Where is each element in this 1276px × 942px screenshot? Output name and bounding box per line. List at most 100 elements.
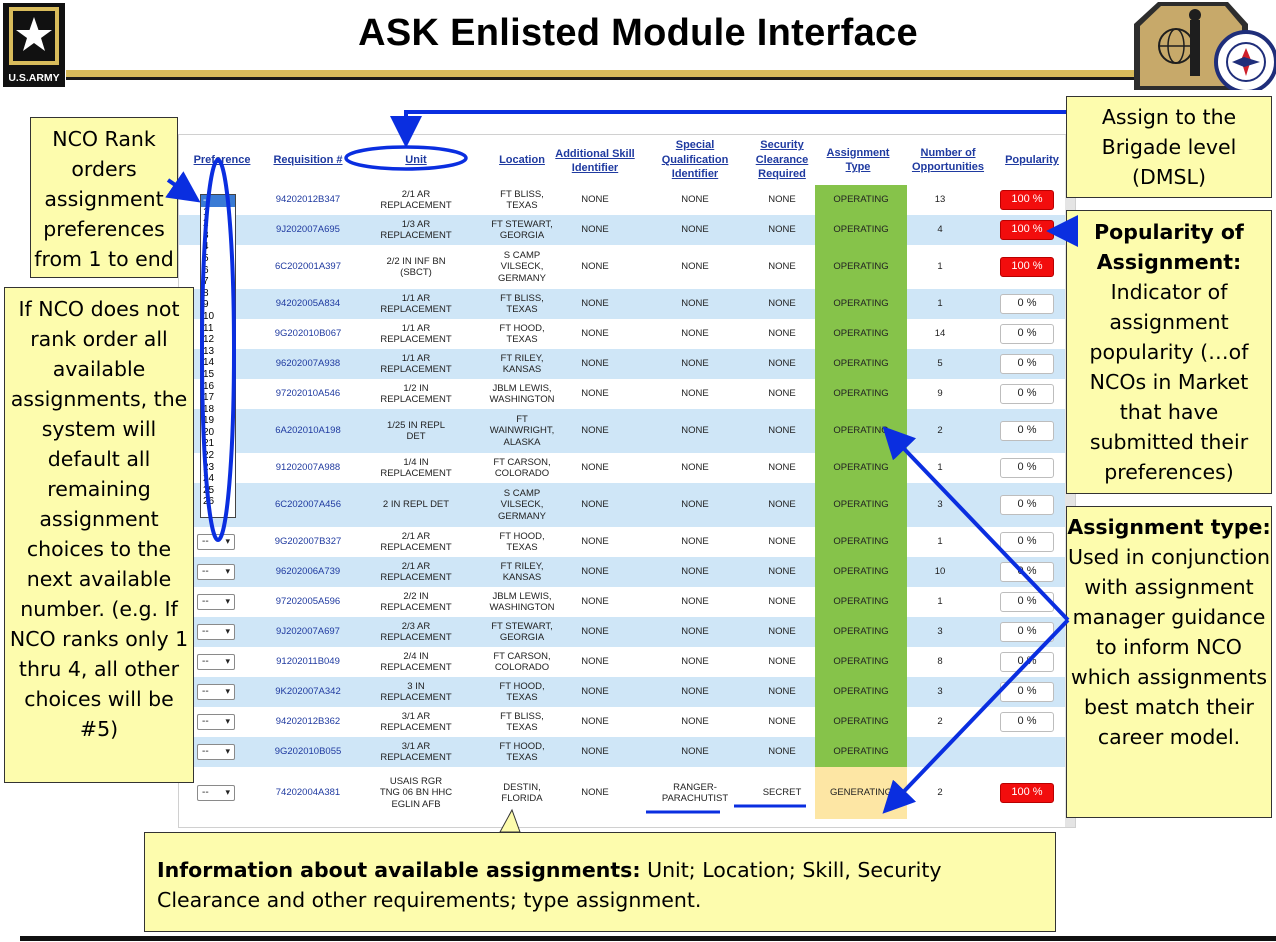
security-cell: NONE	[768, 388, 796, 400]
header-preference[interactable]: Preference	[187, 135, 257, 185]
preference-option[interactable]: 2	[203, 218, 235, 230]
requisition-number[interactable]: 9G202010B067	[261, 319, 355, 349]
preference-option[interactable]: 22	[203, 450, 235, 462]
asi-cell: NONE	[581, 746, 609, 758]
chevron-down-icon: ▾	[225, 656, 230, 667]
preference-option[interactable]: 15	[203, 369, 235, 381]
preference-option[interactable]: 16	[203, 381, 235, 393]
preference-option[interactable]: 4	[203, 241, 235, 253]
preference-select[interactable]: -- ▾	[197, 594, 235, 610]
assignment-type-cell: OPERATING	[815, 737, 907, 767]
popularity-badge: 0 %	[1000, 682, 1054, 702]
requisition-number[interactable]: 9J202007A695	[261, 215, 355, 245]
preference-cell: -- ▾	[195, 557, 237, 587]
preference-select[interactable]: -- ▾	[197, 624, 235, 640]
table-row[interactable]: 94202012B347 2/1 AR REPLACEMENT FT BLISS, …	[179, 185, 1067, 215]
preference-option[interactable]: --	[201, 195, 235, 207]
requisition-number[interactable]: 91202007A988	[261, 453, 355, 483]
assignment-type-cell: OPERATING	[815, 557, 907, 587]
security-cell: NONE	[768, 499, 796, 511]
preference-option[interactable]: 19	[203, 415, 235, 427]
table-row[interactable]: -- ▾ 74202004A381 USAIS RGR TNG 06 BN HHC E…	[179, 767, 1067, 819]
table-row[interactable]: 9J202007A695 1/3 AR REPLACEMENT FT STEWART…	[179, 215, 1067, 245]
table-row[interactable]: 6C202007A456 2 IN REPL DET S CAMP VILSECK,…	[179, 483, 1067, 527]
chevron-down-icon: ▾	[225, 596, 230, 607]
header-number-of-opportunities[interactable]: Number of Opportunities	[903, 135, 993, 185]
table-row[interactable]: 91202007A988 1/4 IN REPLACEMENT FT CARSON,…	[179, 453, 1067, 483]
requisition-number[interactable]: 9G202007B327	[261, 527, 355, 557]
table-row[interactable]: -- ▾ 9G202010B055 3/1 AR REPLACEMENT FT HOOD…	[179, 737, 1067, 767]
preference-option[interactable]: 25	[203, 485, 235, 497]
preference-option[interactable]: 9	[203, 299, 235, 311]
preference-option[interactable]: 6	[203, 265, 235, 277]
preference-option[interactable]: 14	[203, 357, 235, 369]
requisition-number[interactable]: 97202010A546	[261, 379, 355, 409]
preference-select[interactable]: -- ▾	[197, 654, 235, 670]
preference-option[interactable]: 13	[203, 346, 235, 358]
table-row[interactable]: -- ▾ 9G202007B327 2/1 AR REPLACEMENT FT HOOD…	[179, 527, 1067, 557]
preference-select[interactable]: -- ▾	[197, 534, 235, 550]
preference-option[interactable]: 18	[203, 404, 235, 416]
requisition-number[interactable]: 9G202010B055	[261, 737, 355, 767]
requisition-number[interactable]: 91202011B049	[261, 647, 355, 677]
preference-option[interactable]: 17	[203, 392, 235, 404]
preference-option[interactable]: 11	[203, 323, 235, 335]
preference-select[interactable]: -- ▾	[197, 785, 235, 801]
requisition-number[interactable]: 6A202010A198	[261, 409, 355, 453]
table-row[interactable]: 97202010A546 1/2 IN REPLACEMENT JBLM LEWIS…	[179, 379, 1067, 409]
unit-cell: 1/1 AR REPLACEMENT	[380, 292, 452, 316]
table-row[interactable]: -- ▾ 94202012B362 3/1 AR REPLACEMENT FT BLIS…	[179, 707, 1067, 737]
preference-option[interactable]: 10	[203, 311, 235, 323]
table-row[interactable]: -- ▾ 96202006A739 2/1 AR REPLACEMENT FT RILE…	[179, 557, 1067, 587]
preference-option[interactable]: 12	[203, 334, 235, 346]
table-row[interactable]: -- ▾ 9J202007A697 2/3 AR REPLACEMENT FT STEW…	[179, 617, 1067, 647]
preference-option[interactable]: 23	[203, 462, 235, 474]
requisition-number[interactable]: 96202007A938	[261, 349, 355, 379]
callout-default-ranking: If NCO does not rank order all available…	[4, 287, 194, 783]
preference-dropdown-list[interactable]: -- 1 2 3 4 5 6 7 8 9 10 11 12 13 14 15 16 17 18 19 20 21 22 23 2…	[200, 194, 236, 518]
preference-option[interactable]: 8	[203, 288, 235, 300]
preference-select[interactable]: -- ▾	[197, 744, 235, 760]
requisition-number[interactable]: 94202012B347	[261, 185, 355, 215]
requisition-number[interactable]: 74202004A381	[261, 767, 355, 819]
requisition-number[interactable]: 6C202001A397	[261, 245, 355, 289]
preference-select[interactable]: -- ▾	[197, 714, 235, 730]
table-row[interactable]: 94202005A834 1/1 AR REPLACEMENT FT BLISS, …	[179, 289, 1067, 319]
table-row[interactable]: 96202007A938 1/1 AR REPLACEMENT FT RILEY, …	[179, 349, 1067, 379]
header-special-qualification-identifier[interactable]: Special Qualification Identifier	[649, 135, 741, 185]
preference-option[interactable]: 26	[203, 496, 235, 508]
assignment-type-cell: OPERATING	[815, 677, 907, 707]
preference-select[interactable]: -- ▾	[197, 684, 235, 700]
assignment-type-cell: OPERATING	[815, 707, 907, 737]
header-additional-skill-identifier[interactable]: Additional Skill Identifier	[547, 135, 643, 185]
preference-option[interactable]: 21	[203, 438, 235, 450]
requisition-number[interactable]: 9K202007A342	[261, 677, 355, 707]
table-row[interactable]: -- ▾ 91202011B049 2/4 IN REPLACEMENT FT CARS…	[179, 647, 1067, 677]
preference-option[interactable]: 20	[203, 427, 235, 439]
preference-option[interactable]: 3	[203, 230, 235, 242]
requisition-number[interactable]: 97202005A596	[261, 587, 355, 617]
header-popularity[interactable]: Popularity	[995, 135, 1069, 185]
header-security-clearance[interactable]: Security Clearance Required	[747, 135, 817, 185]
requisition-number[interactable]: 9J202007A697	[261, 617, 355, 647]
unit-cell: 1/25 IN REPL DET	[386, 419, 446, 443]
table-row[interactable]: -- ▾ 9K202007A342 3 IN REPLACEMENT FT HOOD, …	[179, 677, 1067, 707]
header-assignment-type[interactable]: Assignment Type	[815, 135, 901, 185]
requisition-number[interactable]: 96202006A739	[261, 557, 355, 587]
sqi-cell: NONE	[681, 224, 709, 236]
table-row[interactable]: 6A202010A198 1/25 IN REPL DET FT WAINWRIGH…	[179, 409, 1067, 453]
header-requisition[interactable]: Requisition #	[261, 135, 355, 185]
requisition-number[interactable]: 94202012B362	[261, 707, 355, 737]
preference-option[interactable]: 7	[203, 276, 235, 288]
preference-option[interactable]: 24	[203, 473, 235, 485]
table-row[interactable]: 9G202010B067 1/1 AR REPLACEMENT FT HOOD, T…	[179, 319, 1067, 349]
preference-option[interactable]: 1	[203, 207, 235, 219]
requisition-number[interactable]: 94202005A834	[261, 289, 355, 319]
preference-select[interactable]: -- ▾	[197, 564, 235, 580]
header-unit[interactable]: Unit	[355, 135, 477, 185]
table-row[interactable]: 6C202001A397 2/2 IN INF BN (SBCT) S CAMP V…	[179, 245, 1067, 289]
preference-option[interactable]: 5	[203, 253, 235, 265]
requisition-number[interactable]: 6C202007A456	[261, 483, 355, 527]
table-row[interactable]: -- ▾ 97202005A596 2/2 IN REPLACEMENT JBLM LE…	[179, 587, 1067, 617]
popularity-cell: 0 %	[985, 527, 1069, 557]
